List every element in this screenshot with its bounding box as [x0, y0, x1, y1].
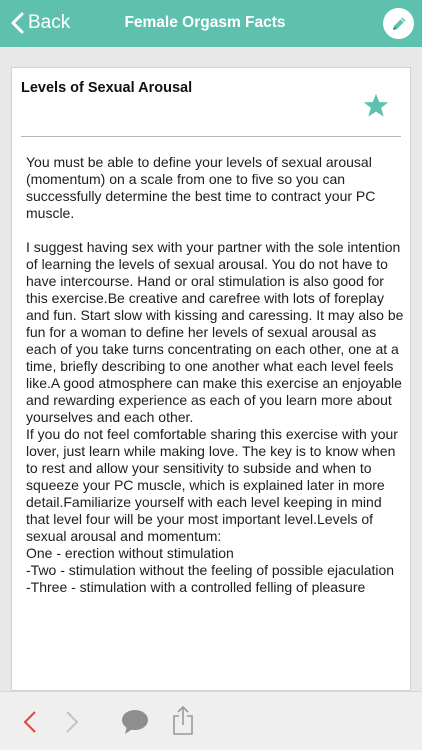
- previous-article-button[interactable]: [20, 700, 40, 744]
- article-body: You must be able to define your levels o…: [26, 154, 406, 596]
- chevron-left-icon: [11, 12, 24, 34]
- comment-button[interactable]: [120, 700, 150, 744]
- next-article-button[interactable]: [62, 700, 82, 744]
- article-list-item: -Two - stimulation without the feeling o…: [26, 562, 395, 578]
- title-divider: [21, 136, 401, 137]
- bottom-toolbar: [0, 691, 422, 750]
- article-title: Levels of Sexual Arousal: [21, 80, 193, 96]
- article-paragraph: You must be able to define your levels o…: [26, 154, 376, 221]
- star-icon: [363, 93, 389, 117]
- article-card: Levels of Sexual Arousal You must be abl…: [11, 67, 411, 691]
- article-paragraph: I suggest having sex with your partner w…: [26, 239, 404, 425]
- back-label: Back: [28, 12, 71, 33]
- article-list-item: One - erection without stimulation: [26, 545, 234, 561]
- page-title: Female Orgasm Facts: [124, 14, 286, 31]
- pencil-icon: [392, 17, 405, 30]
- speech-bubble-icon: [122, 710, 148, 734]
- share-button[interactable]: [170, 698, 196, 742]
- back-button[interactable]: Back: [10, 8, 70, 38]
- article-paragraph: If you do not feel comfortable sharing t…: [26, 426, 398, 544]
- edit-button[interactable]: [383, 8, 414, 39]
- chevron-left-icon: [23, 711, 36, 733]
- chevron-right-icon: [66, 711, 79, 733]
- navigation-bar: Back Female Orgasm Facts: [0, 0, 422, 47]
- article-list-item: -Three - stimulation with a controlled f…: [26, 579, 366, 595]
- share-icon: [173, 705, 193, 735]
- favorite-button[interactable]: [363, 93, 389, 123]
